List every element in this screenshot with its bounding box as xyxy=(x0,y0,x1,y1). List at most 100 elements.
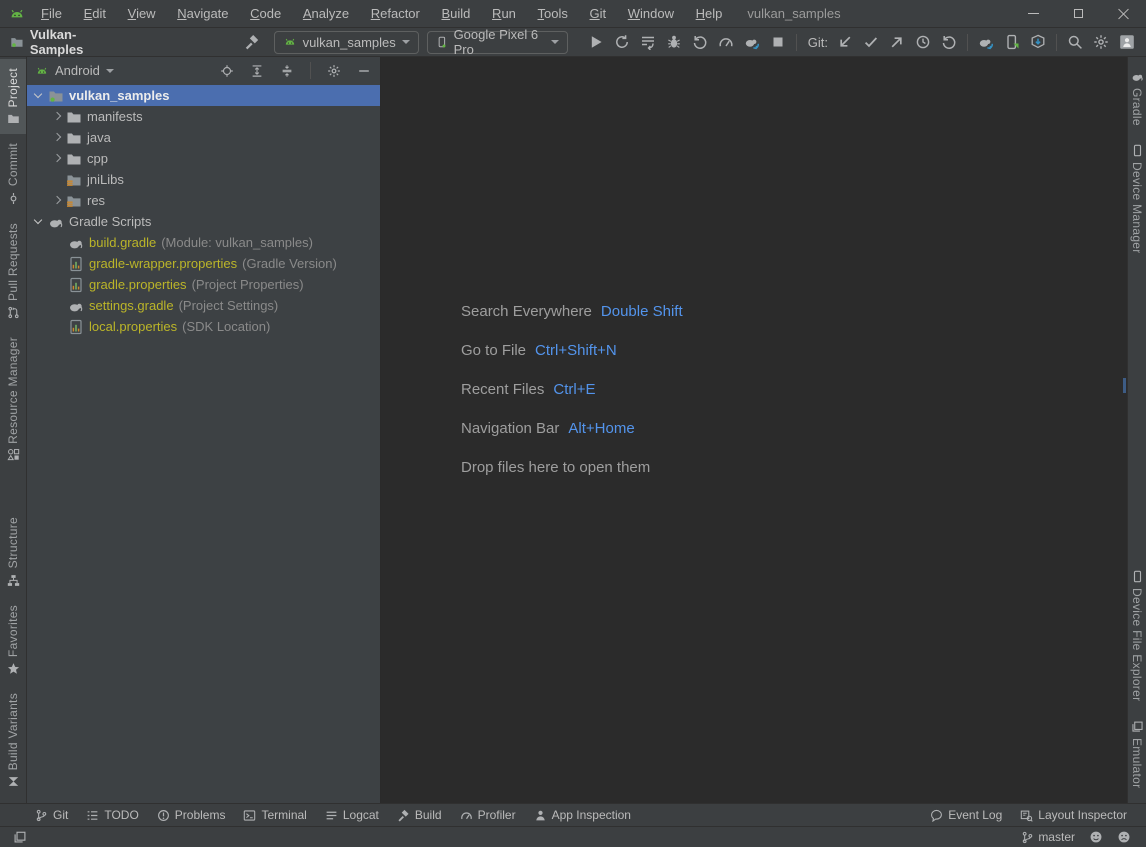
tool-tab-gradle[interactable]: Gradle xyxy=(1128,61,1146,135)
project-view-selector[interactable]: Android xyxy=(55,63,100,78)
tree-item-gradle-scripts[interactable]: Gradle Scripts xyxy=(27,211,380,232)
apply-code-changes-button[interactable] xyxy=(635,30,661,54)
stop-button[interactable] xyxy=(765,30,791,54)
tool-tab-resource-manager[interactable]: Resource Manager xyxy=(0,328,26,471)
tree-item-local-properties[interactable]: local.properties (SDK Location) xyxy=(27,316,380,337)
tool-tab-build-variants[interactable]: Build Variants xyxy=(0,684,26,797)
settings-button[interactable] xyxy=(1088,30,1114,54)
stop-icon xyxy=(770,34,786,50)
tool-tab-event-log[interactable]: Event Log xyxy=(921,806,1011,824)
tree-item-cpp[interactable]: cpp xyxy=(27,148,380,169)
chevron-right-icon[interactable] xyxy=(48,108,66,126)
toggle-tool-window-bars-button[interactable] xyxy=(6,827,34,847)
expand-all-button[interactable] xyxy=(245,60,269,82)
menu-help[interactable]: Help xyxy=(687,2,732,25)
menu-build[interactable]: Build xyxy=(433,2,480,25)
tool-tab-pull-requests[interactable]: Pull Requests xyxy=(0,214,26,328)
gradle-icon xyxy=(1131,70,1144,83)
panel-settings-button[interactable] xyxy=(322,60,346,82)
profile-avatar-button[interactable] xyxy=(1114,30,1140,54)
tool-tab-resource-manager-label: Resource Manager xyxy=(6,337,20,444)
git-branch-widget[interactable]: master xyxy=(1014,827,1082,847)
tool-tab-profiler[interactable]: Profiler xyxy=(451,806,525,824)
menu-run[interactable]: Run xyxy=(483,2,525,25)
menu-tools[interactable]: Tools xyxy=(529,2,577,25)
tool-tab-commit[interactable]: Commit xyxy=(0,134,26,213)
main-menu: File Edit View Navigate Code Analyze Ref… xyxy=(32,2,731,25)
tool-tab-build[interactable]: Build xyxy=(388,806,451,824)
menu-window[interactable]: Window xyxy=(619,2,683,25)
tree-item-jnilibs[interactable]: jniLibs xyxy=(27,169,380,190)
menu-refactor[interactable]: Refactor xyxy=(362,2,429,25)
tool-tab-emulator[interactable]: Emulator xyxy=(1128,711,1146,797)
git-commit-button[interactable] xyxy=(858,30,884,54)
tool-tab-device-manager[interactable]: Device Manager xyxy=(1128,135,1146,263)
feedback-positive-button[interactable] xyxy=(1082,827,1110,847)
device-manager-button[interactable] xyxy=(999,30,1025,54)
shortcut-label: Navigation Bar xyxy=(461,420,559,437)
attach-debugger-button[interactable] xyxy=(687,30,713,54)
search-everywhere-button[interactable] xyxy=(1062,30,1088,54)
minimize-button[interactable] xyxy=(1011,0,1056,28)
feedback-negative-button[interactable] xyxy=(1110,827,1138,847)
apply-changes-button[interactable] xyxy=(609,30,635,54)
git-update-button[interactable] xyxy=(832,30,858,54)
chevron-right-icon[interactable] xyxy=(48,150,66,168)
menu-file[interactable]: File xyxy=(32,2,71,25)
tree-item-java[interactable]: java xyxy=(27,127,380,148)
project-tool-window: Android vulkan_samples xyxy=(27,57,381,803)
tool-tab-app-inspection[interactable]: App Inspection xyxy=(525,806,640,824)
menu-navigate[interactable]: Navigate xyxy=(168,2,237,25)
tree-item-settings-gradle[interactable]: settings.gradle (Project Settings) xyxy=(27,295,380,316)
tree-item-gradle-wrapper-properties[interactable]: gradle-wrapper.properties (Gradle Versio… xyxy=(27,253,380,274)
tool-tab-git[interactable]: Git xyxy=(26,806,77,824)
window-title: vulkan_samples xyxy=(747,6,840,21)
profile-app-button[interactable] xyxy=(739,30,765,54)
tool-tab-device-file-explorer[interactable]: Device File Explorer xyxy=(1128,561,1146,710)
git-history-button[interactable] xyxy=(910,30,936,54)
sync-gradle-button[interactable] xyxy=(973,30,999,54)
device-value: Google Pixel 6 Pro xyxy=(454,27,545,57)
tool-tab-logcat[interactable]: Logcat xyxy=(316,806,388,824)
tool-tab-problems[interactable]: Problems xyxy=(148,806,235,824)
tree-item-manifests[interactable]: manifests xyxy=(27,106,380,127)
chevron-down-icon[interactable] xyxy=(30,213,48,231)
tool-tab-layout-inspector[interactable]: Layout Inspector xyxy=(1011,806,1136,824)
menu-git[interactable]: Git xyxy=(581,2,616,25)
maximize-button[interactable] xyxy=(1056,0,1101,28)
folder-icon xyxy=(66,130,82,146)
tree-item-label: manifests xyxy=(87,109,143,124)
chevron-right-icon[interactable] xyxy=(48,129,66,147)
menu-view[interactable]: View xyxy=(119,2,165,25)
profiler-button[interactable] xyxy=(713,30,739,54)
menu-code[interactable]: Code xyxy=(241,2,290,25)
tool-tab-terminal[interactable]: Terminal xyxy=(234,806,315,824)
menu-analyze[interactable]: Analyze xyxy=(294,2,358,25)
tree-item-gradle-properties[interactable]: gradle.properties (Project Properties) xyxy=(27,274,380,295)
tool-tab-favorites[interactable]: Favorites xyxy=(0,596,26,684)
build-project-button[interactable] xyxy=(239,30,265,54)
tree-item-build-gradle[interactable]: build.gradle (Module: vulkan_samples) xyxy=(27,232,380,253)
git-push-button[interactable] xyxy=(884,30,910,54)
run-configuration-select[interactable]: vulkan_samples xyxy=(274,31,419,54)
tree-item-res[interactable]: res xyxy=(27,190,380,211)
chevron-down-icon[interactable] xyxy=(30,87,48,105)
chevron-down-icon[interactable] xyxy=(106,69,114,73)
tool-tab-project[interactable]: Project xyxy=(0,59,26,134)
sdk-manager-button[interactable] xyxy=(1025,30,1051,54)
git-rollback-button[interactable] xyxy=(936,30,962,54)
hide-panel-button[interactable] xyxy=(352,60,376,82)
collapse-all-button[interactable] xyxy=(275,60,299,82)
select-opened-file-button[interactable] xyxy=(215,60,239,82)
tool-tab-structure[interactable]: Structure xyxy=(0,508,26,595)
tool-tab-layout-inspector-label: Layout Inspector xyxy=(1038,808,1127,822)
run-button[interactable] xyxy=(583,30,609,54)
close-button[interactable] xyxy=(1101,0,1146,28)
tool-tab-todo[interactable]: TODO xyxy=(77,806,147,824)
tree-item-label: vulkan_samples xyxy=(69,88,169,103)
device-select[interactable]: Google Pixel 6 Pro xyxy=(427,31,568,54)
chevron-right-icon[interactable] xyxy=(48,192,66,210)
menu-edit[interactable]: Edit xyxy=(75,2,115,25)
debug-button[interactable] xyxy=(661,30,687,54)
tree-item-root[interactable]: vulkan_samples xyxy=(27,85,380,106)
